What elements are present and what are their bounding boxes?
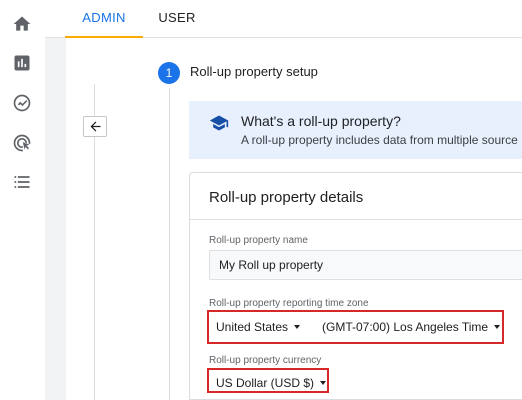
card-title: Roll-up property details — [209, 189, 364, 206]
currency-label: Roll-up property currency — [209, 355, 322, 366]
dropdown-arrow-icon — [320, 381, 327, 385]
configure-icon[interactable] — [12, 172, 32, 192]
info-text: A roll-up property includes data from mu… — [241, 133, 518, 147]
advertising-icon[interactable] — [12, 133, 32, 153]
info-title: What's a roll-up property? — [241, 113, 401, 129]
tab-admin[interactable]: ADMIN — [65, 0, 143, 38]
property-name-field-box — [209, 250, 522, 280]
card-divider — [190, 219, 522, 220]
info-callout: What's a roll-up property? A roll-up pro… — [189, 101, 522, 159]
nav-rail — [0, 0, 45, 400]
currency-value: US Dollar (USD $) — [216, 376, 315, 390]
dropdown-arrow-icon — [494, 325, 501, 329]
explore-icon[interactable] — [12, 93, 32, 113]
dropdown-arrow-icon — [294, 325, 301, 329]
property-name-input[interactable] — [210, 251, 510, 279]
stepper-line — [169, 88, 170, 400]
arrow-back-icon — [90, 121, 100, 132]
top-tab-bar: ADMIN USER — [45, 0, 522, 38]
rollup-details-card: Roll-up property details Roll-up propert… — [189, 172, 522, 400]
timezone-label: Roll-up property reporting time zone — [209, 298, 369, 309]
timezone-value: (GMT-07:00) Los Angeles Time — [322, 320, 489, 334]
country-select[interactable]: United States — [216, 320, 301, 334]
step-title: Roll-up property setup — [190, 64, 318, 79]
school-icon — [209, 113, 229, 133]
back-button[interactable] — [83, 116, 107, 137]
timezone-select[interactable]: (GMT-07:00) Los Angeles Time — [322, 320, 501, 334]
currency-select[interactable]: US Dollar (USD $) — [216, 376, 327, 390]
home-icon[interactable] — [12, 14, 32, 34]
step-number-badge: 1 — [158, 62, 180, 84]
property-name-label: Roll-up property name — [209, 235, 308, 246]
country-value: United States — [216, 320, 289, 334]
reports-icon[interactable] — [12, 53, 32, 73]
tab-user[interactable]: USER — [149, 0, 205, 38]
